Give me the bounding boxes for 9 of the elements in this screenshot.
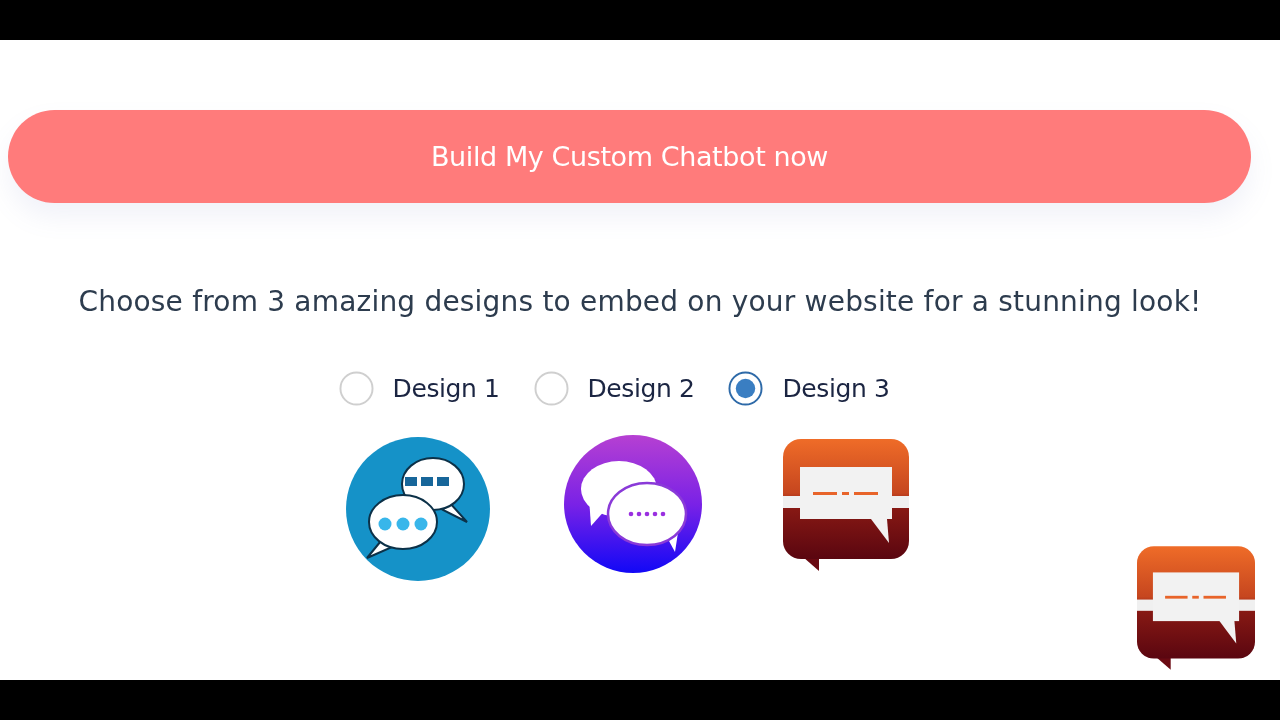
design-label[interactable]: Design 3 [782, 374, 890, 403]
chat-bubbles-icon [563, 434, 703, 574]
design-label[interactable]: Design 1 [392, 374, 500, 403]
intro-text: Choose from 3 amazing designs to embed on your website for a stunning look! [77, 285, 1203, 318]
chat-bubbles-icon [345, 436, 491, 582]
chat-launcher-icon[interactable] [1137, 546, 1255, 670]
radio-button[interactable] [728, 371, 764, 406]
speech-bubble-icon [783, 439, 909, 571]
design-label[interactable]: Design 2 [587, 374, 695, 403]
